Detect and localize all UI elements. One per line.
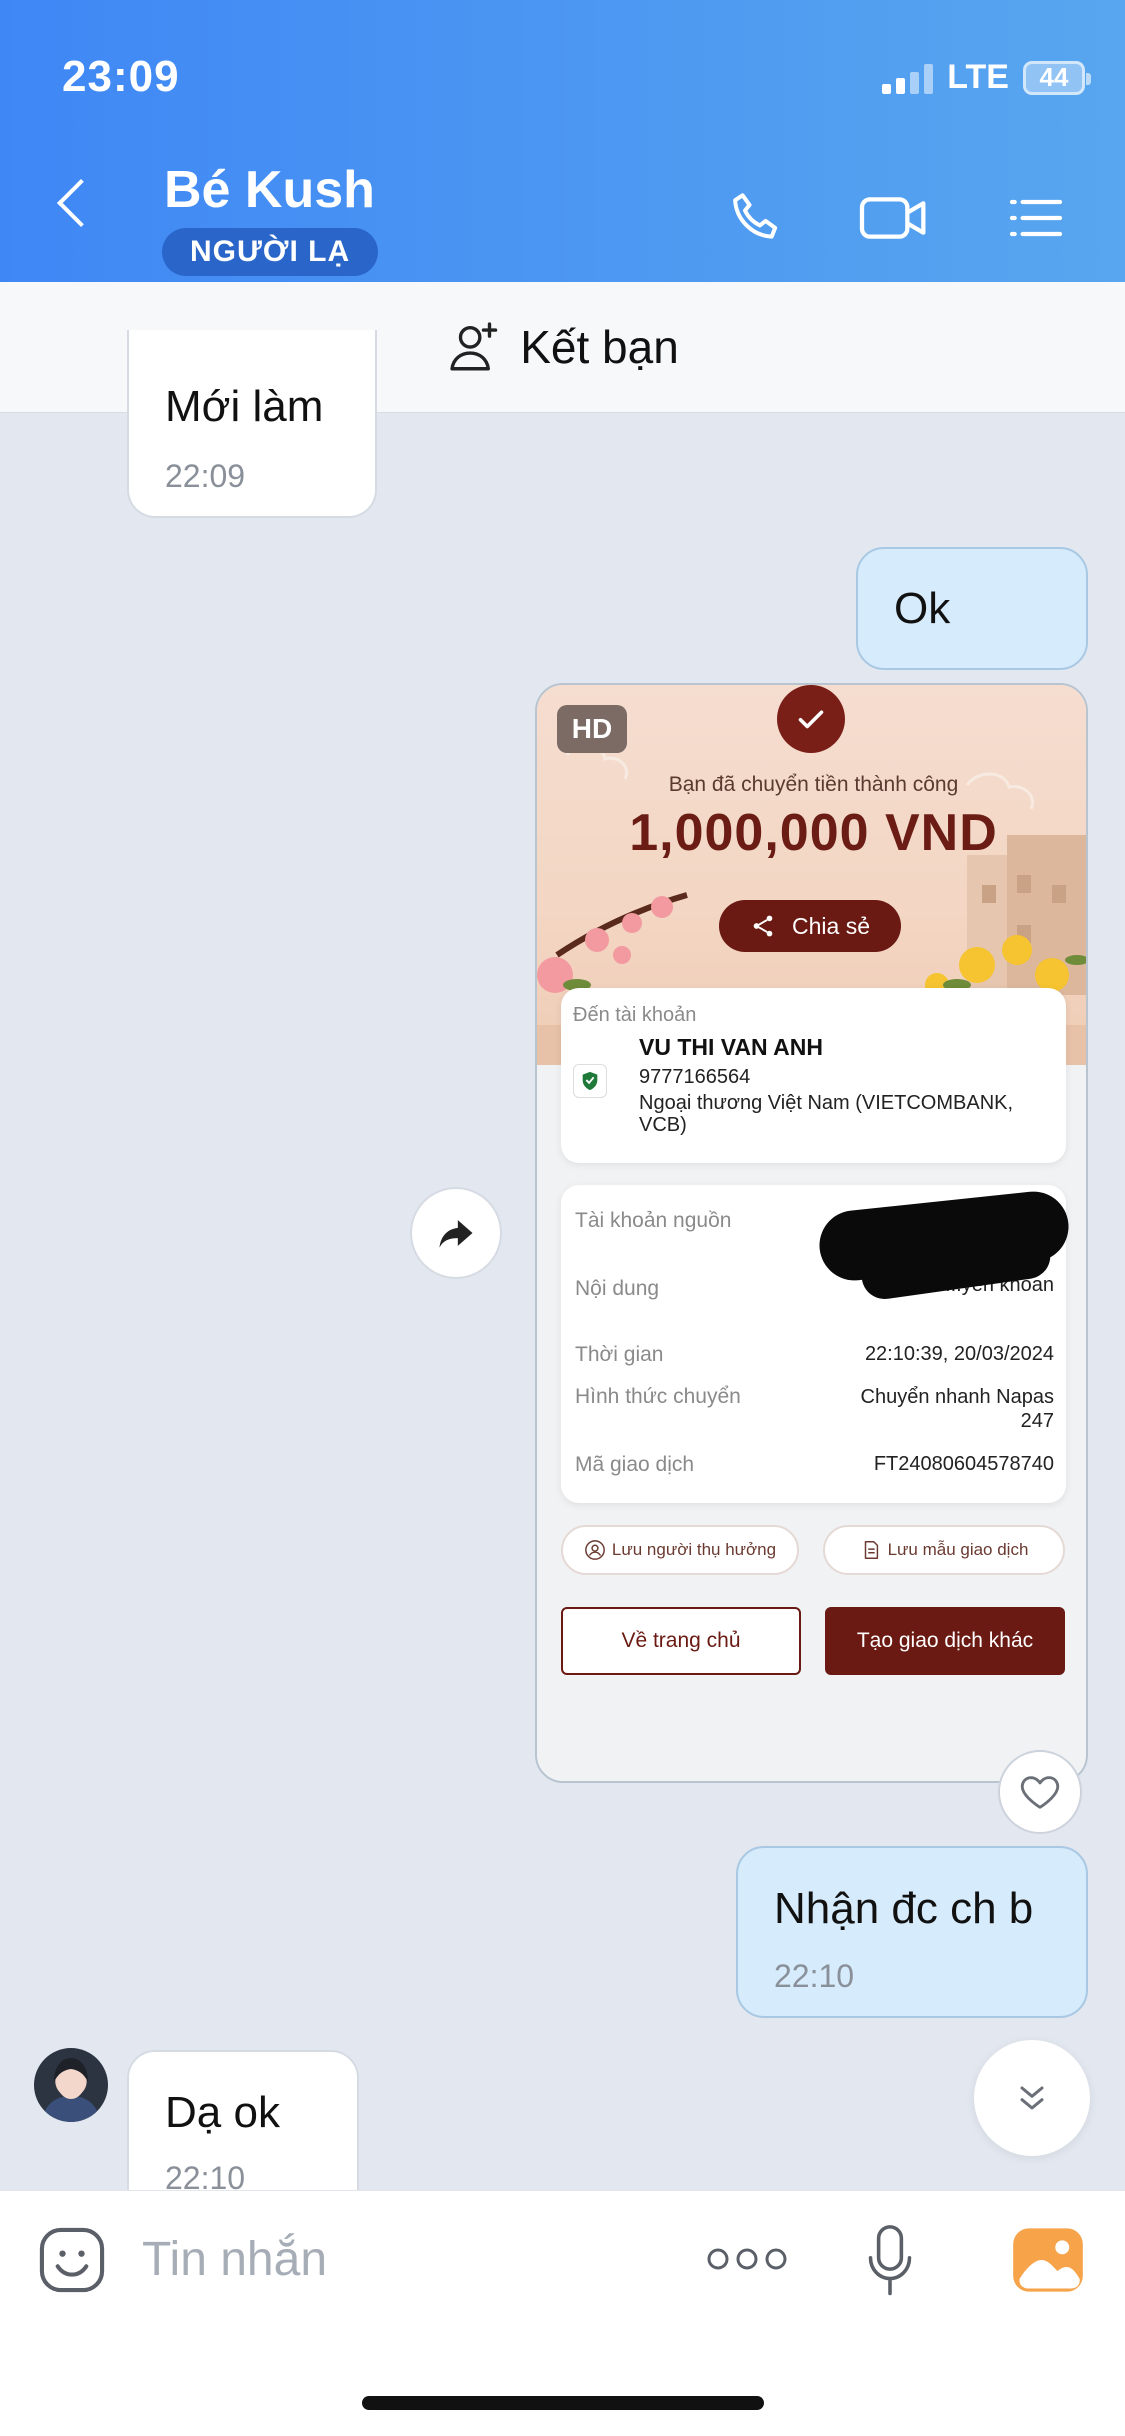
home-indicator	[362, 2396, 764, 2410]
detail-label: Nội dung	[575, 1277, 660, 1300]
save-beneficiary-label: Lưu người thụ hưởng	[611, 1540, 777, 1559]
bank-name: Ngoại thương Việt Nam (VIETCOMBANK, VCB)	[639, 1092, 1014, 1136]
transfer-amount: 1,000,000 VND	[629, 804, 998, 862]
outgoing-message-bubble[interactable]: Ok	[856, 547, 1088, 670]
save-beneficiary-pill: Lưu người thụ hưởng	[561, 1525, 799, 1575]
detail-value: FT24080604578740	[873, 1453, 1054, 1475]
bank-logo-icon	[573, 1064, 607, 1098]
status-time: 23:09	[62, 52, 180, 101]
outgoing-message-bubble[interactable]: Nhận đc ch b 22:10	[736, 1846, 1088, 2018]
message-time: 22:09	[165, 458, 246, 494]
message-text: Dạ ok	[165, 2088, 280, 2137]
share-icon	[753, 915, 773, 937]
message-text: Ok	[894, 583, 951, 633]
double-chevron-down-icon	[1020, 2086, 1044, 2110]
save-template-label: Lưu mẫu giao dịch	[887, 1540, 1029, 1559]
microphone-icon[interactable]	[862, 2222, 918, 2300]
message-text: Nhận đc ch b	[774, 1884, 1034, 1933]
battery-icon: 44	[1023, 60, 1091, 95]
transaction-details-card: Tài khoản nguồn Nội dung ...yen khoan Th…	[561, 1185, 1072, 1503]
add-friend-label: Kết bạn	[520, 321, 679, 373]
forward-arrow-icon	[439, 1220, 473, 1248]
network-type: LTE	[947, 58, 1009, 96]
detail-value: Chuyển nhanh Napas 247	[860, 1386, 1054, 1432]
image-gallery-icon[interactable]	[1010, 2224, 1086, 2296]
menu-list-icon[interactable]	[1004, 186, 1068, 250]
hd-badge: HD	[557, 705, 627, 753]
message-time: 22:10	[774, 1958, 855, 1994]
image-message[interactable]: HD Bạn đã chuyển tiền thành công 1,000,0…	[535, 683, 1088, 1783]
save-template-pill: Lưu mẫu giao dịch	[823, 1525, 1065, 1575]
contact-name[interactable]: Bé Kush	[164, 160, 375, 220]
video-call-icon[interactable]	[856, 186, 932, 250]
account-number: 9777166564	[639, 1066, 751, 1088]
success-check-icon	[777, 685, 845, 753]
share-button: Chia sẻ	[719, 900, 901, 952]
detail-label: Thời gian	[575, 1343, 664, 1366]
message-text: Mới làm	[165, 382, 324, 431]
react-heart-button[interactable]	[998, 1750, 1082, 1834]
recipient-account-card: Đến tài khoản VU THI VAN ANH 9777166564 …	[561, 988, 1066, 1163]
back-chevron-icon[interactable]	[56, 178, 106, 228]
avatar-image	[42, 2058, 100, 2122]
stranger-badge: NGƯỜI LẠ	[162, 228, 379, 276]
phone-icon[interactable]	[725, 186, 789, 250]
add-user-icon	[450, 322, 498, 371]
document-icon	[864, 1541, 878, 1559]
user-circle-icon	[584, 1540, 605, 1560]
contact-avatar[interactable]	[34, 2048, 108, 2122]
forward-button[interactable]	[410, 1187, 502, 1279]
incoming-message-bubble[interactable]: Mới làm 22:09	[127, 330, 377, 518]
battery-level: 44	[1039, 62, 1069, 92]
success-message: Bạn đã chuyển tiền thành công	[668, 773, 959, 796]
signal-icon	[882, 62, 934, 94]
message-input[interactable]: Tin nhắn	[142, 2232, 327, 2287]
new-transaction-button: Tạo giao dịch khác	[825, 1607, 1065, 1675]
share-label: Chia sẻ	[792, 912, 870, 939]
sticker-icon[interactable]	[34, 2222, 110, 2298]
status-indicators: LTE 44	[882, 58, 1091, 97]
recipient-name: VU THI VAN ANH	[639, 1034, 823, 1060]
detail-label: Hình thức chuyển	[575, 1385, 741, 1408]
detail-label: Mã giao dịch	[575, 1453, 695, 1476]
more-dots-icon[interactable]	[704, 2242, 790, 2276]
chat-header: 23:09 LTE 44 Bé Kush NGƯỜI LẠ	[0, 0, 1125, 282]
scroll-to-bottom-button[interactable]	[974, 2040, 1090, 2156]
detail-value: 22:10:39, 20/03/2024	[864, 1343, 1054, 1365]
home-button: Về trang chủ	[561, 1607, 801, 1675]
to-account-label: Đến tài khoản	[573, 1004, 697, 1026]
detail-label: Tài khoản nguồn	[575, 1209, 732, 1232]
heart-icon	[1020, 1776, 1060, 1809]
